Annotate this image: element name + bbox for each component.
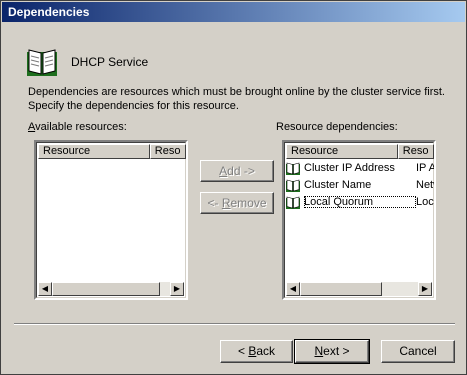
horizontal-scrollbar[interactable]: ◀ ▶: [286, 282, 432, 296]
resource-book-icon: [286, 162, 300, 175]
list-item[interactable]: Cluster IP Address IP Ac: [286, 160, 434, 176]
book-icon: [27, 49, 57, 76]
description-text: Dependencies are resources which must be…: [28, 86, 445, 112]
remove-button[interactable]: <- Remove: [200, 192, 274, 214]
scroll-right-arrow-icon[interactable]: ▶: [418, 282, 432, 296]
resource-name-cell: Local Quorum: [304, 196, 416, 208]
back-button[interactable]: < Back: [220, 340, 293, 363]
column-header-resource-type[interactable]: Reso: [149, 144, 186, 159]
resource-type-cell: Loca: [416, 196, 434, 208]
resource-book-icon: [286, 196, 300, 209]
available-resources-label: Available resources:: [28, 121, 127, 133]
list-item[interactable]: Cluster Name Netw: [286, 177, 434, 193]
title-bar[interactable]: Dependencies: [2, 2, 465, 22]
column-header-resource[interactable]: Resource: [38, 144, 150, 159]
resource-name-cell: Cluster Name: [304, 179, 372, 191]
scroll-thumb[interactable]: [52, 282, 160, 296]
dependencies-dialog: Dependencies DHCP Service Dependencies a…: [0, 0, 467, 375]
resource-dependencies-label: Resource dependencies:: [276, 121, 398, 133]
resource-dependencies-list[interactable]: Resource Reso Cluster IP Address IP Ac C…: [282, 140, 436, 300]
cancel-button[interactable]: Cancel: [381, 340, 455, 363]
scroll-thumb[interactable]: [300, 282, 382, 296]
divider: [14, 323, 455, 325]
resource-name-cell: Cluster IP Address: [304, 162, 395, 174]
window-title: Dependencies: [8, 5, 90, 19]
column-header-resource[interactable]: Resource: [286, 144, 398, 159]
available-resources-list[interactable]: Resource Reso ◀ ▶: [34, 140, 188, 300]
horizontal-scrollbar[interactable]: ◀ ▶: [38, 282, 184, 296]
resource-type-cell: IP Ac: [416, 162, 434, 174]
column-header-resource-type[interactable]: Reso: [397, 144, 434, 159]
list-item[interactable]: Local Quorum Loca: [286, 194, 434, 210]
add-button[interactable]: Add ->: [200, 160, 274, 182]
scroll-right-arrow-icon[interactable]: ▶: [170, 282, 184, 296]
resource-book-icon: [286, 179, 300, 192]
scroll-left-arrow-icon[interactable]: ◀: [286, 282, 300, 296]
scroll-left-arrow-icon[interactable]: ◀: [38, 282, 52, 296]
resource-name: DHCP Service: [71, 55, 149, 69]
resource-type-cell: Netw: [416, 179, 434, 191]
next-button[interactable]: Next >: [294, 339, 370, 364]
